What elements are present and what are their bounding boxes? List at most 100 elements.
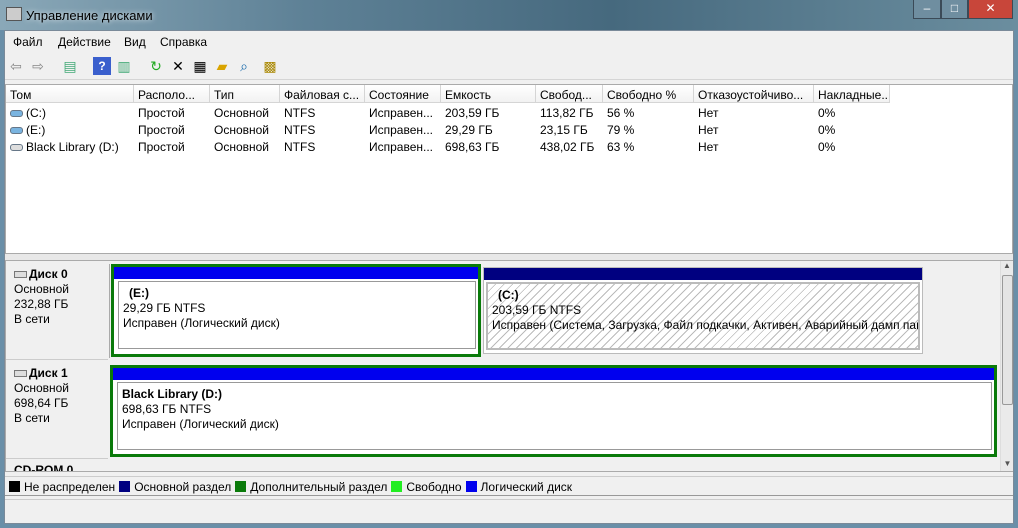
disk-0-partitions: (E:) 29,29 ГБ NTFS Исправен (Логический …	[109, 264, 927, 358]
disk-type: Основной	[14, 381, 70, 395]
scroll-down-icon[interactable]: ▼	[1001, 459, 1014, 468]
properties-icon[interactable]: ▦	[191, 57, 209, 75]
cell-text: NTFS	[284, 106, 316, 120]
disk-size: 698,64 ГБ	[14, 396, 69, 410]
column-header-status[interactable]: Состояние	[365, 85, 441, 103]
help-icon[interactable]: ?	[93, 57, 111, 75]
volume-icon	[10, 127, 23, 134]
minimize-button[interactable]: –	[913, 0, 941, 19]
cell-text: 29,29 ГБ	[445, 123, 493, 137]
settings-icon[interactable]: ▩	[261, 57, 279, 75]
partition-d[interactable]: Black Library (D:) 698,63 ГБ NTFS Исправ…	[110, 365, 997, 457]
menu-view[interactable]: Вид	[124, 35, 146, 49]
column-header-free[interactable]: Свобод...	[536, 85, 603, 103]
refresh-icon[interactable]: ↻	[147, 57, 165, 75]
cell-text: NTFS	[284, 123, 316, 137]
vertical-scrollbar[interactable]: ▲ ▼	[1000, 261, 1013, 471]
cell-text: Исправен...	[369, 123, 434, 137]
legend-label: Дополнительный раздел	[250, 480, 388, 494]
legend-item: Дополнительный раздел	[231, 480, 387, 494]
cell-text: 0%	[818, 123, 836, 137]
partition-label: (E:)	[129, 286, 149, 300]
disk-name: Диск 0	[29, 267, 68, 281]
disk-size: 232,88 ГБ	[14, 297, 69, 311]
delete-icon[interactable]: ✕	[169, 57, 187, 75]
partition-size: 203,59 ГБ NTFS	[492, 303, 582, 317]
column-header-overhead[interactable]: Накладные...	[814, 85, 890, 103]
table-cell: Нет	[694, 104, 814, 121]
scroll-up-icon[interactable]: ▲	[1001, 261, 1013, 270]
table-cell: NTFS	[280, 138, 365, 155]
menu-file[interactable]: Файл	[13, 35, 43, 49]
legend-item: Логический диск	[462, 480, 572, 494]
table-cell: Исправен...	[365, 121, 441, 138]
disk-status: В сети	[14, 411, 50, 425]
cell-text: Основной	[214, 123, 270, 137]
main-window: Файл Действие Вид Справка ⇦ ⇨ ▤ ? ▥ ↻ ✕ …	[4, 30, 1014, 524]
partition-status: Исправен (Логический диск)	[122, 417, 279, 431]
cdrom-0-label[interactable]: CD-ROM 0	[14, 461, 73, 471]
cell-text: Нет	[698, 123, 719, 137]
toolbar: ⇦ ⇨ ▤ ? ▥ ↻ ✕ ▦ ▰ ⌕ ▩	[5, 53, 1013, 80]
scrollbar-thumb[interactable]	[1002, 275, 1013, 405]
cell-text: 113,82 ГБ	[540, 106, 594, 120]
column-header-filesystem[interactable]: Файловая с...	[280, 85, 365, 103]
explore-icon[interactable]: ⌕	[235, 57, 253, 75]
table-cell: 56 %	[603, 104, 694, 121]
forward-icon[interactable]: ⇨	[29, 57, 47, 75]
table-cell: Простой	[134, 104, 210, 121]
column-header-capacity[interactable]: Емкость	[441, 85, 536, 103]
table-row[interactable]: (E:) Простой Основной NTFS Исправен... 29,29 …	[6, 121, 1012, 138]
partition-c[interactable]: (C:) 203,59 ГБ NTFS Исправен (Система, З…	[483, 267, 923, 354]
hard-disk-icon	[14, 370, 27, 377]
column-header-fault-tolerance[interactable]: Отказоустойчиво...	[694, 85, 814, 103]
partition-status: Исправен (Логический диск)	[123, 316, 280, 330]
table-cell: 203,59 ГБ	[441, 104, 536, 121]
table-cell: 438,02 ГБ	[536, 138, 603, 155]
menu-action[interactable]: Действие	[58, 35, 111, 49]
table-cell: NTFS	[280, 104, 365, 121]
title-bar: Управление дисками – □ ✕	[0, 0, 1018, 30]
table-cell: 698,63 ГБ	[441, 138, 536, 155]
close-button[interactable]: ✕	[968, 0, 1013, 19]
partition-e[interactable]: (E:) 29,29 ГБ NTFS Исправен (Логический …	[111, 264, 481, 357]
table-cell: 113,82 ГБ	[536, 104, 603, 121]
disk-0-label[interactable]: Диск 0 Основной 232,88 ГБ В сети	[6, 261, 108, 360]
table-cell: (E:)	[6, 121, 134, 138]
disk-1-label[interactable]: Диск 1 Основной 698,64 ГБ В сети	[6, 360, 108, 459]
cell-text: Основной	[214, 106, 270, 120]
column-header-type[interactable]: Тип	[210, 85, 280, 103]
back-icon[interactable]: ⇦	[7, 57, 25, 75]
open-icon[interactable]: ▰	[213, 57, 231, 75]
table-cell: 0%	[814, 121, 890, 138]
cell-text: NTFS	[284, 140, 316, 154]
cell-text: (E:)	[26, 123, 46, 137]
legend-swatch	[465, 481, 477, 492]
table-cell: 23,15 ГБ	[536, 121, 603, 138]
column-header-layout[interactable]: Располо...	[134, 85, 210, 103]
table-row[interactable]: Black Library (D:) Простой Основной NTFS Исп…	[6, 138, 1012, 155]
maximize-button[interactable]: □	[941, 0, 968, 19]
legend-item: Основной раздел	[115, 480, 231, 494]
console-tree-icon[interactable]: ▤	[61, 57, 79, 75]
cell-text: Исправен...	[369, 106, 434, 120]
table-cell: (C:)	[6, 104, 134, 121]
disk-status: В сети	[14, 312, 50, 326]
column-header-volume[interactable]: Том	[6, 85, 134, 103]
action-pane-icon[interactable]: ▥	[115, 57, 133, 75]
menu-help[interactable]: Справка	[160, 35, 207, 49]
volume-icon	[10, 110, 23, 117]
menu-bar: Файл Действие Вид Справка	[5, 31, 1013, 53]
table-row[interactable]: (C:) Простой Основной NTFS Исправен... 203,59…	[6, 104, 1012, 121]
table-cell: 0%	[814, 138, 890, 155]
disk-management-icon	[6, 7, 22, 21]
legend-swatch	[235, 481, 247, 492]
column-header-free-percent[interactable]: Свободно %	[603, 85, 694, 103]
partition-status: Исправен (Система, Загрузка, Файл подкач…	[492, 318, 918, 332]
legend-swatch	[391, 481, 403, 492]
cell-text: Black Library (D:)	[26, 140, 119, 154]
legend-label: Свободно	[406, 480, 462, 494]
legend-label: Основной раздел	[134, 480, 232, 494]
logical-disk-bar	[114, 267, 478, 279]
table-cell: 63 %	[603, 138, 694, 155]
